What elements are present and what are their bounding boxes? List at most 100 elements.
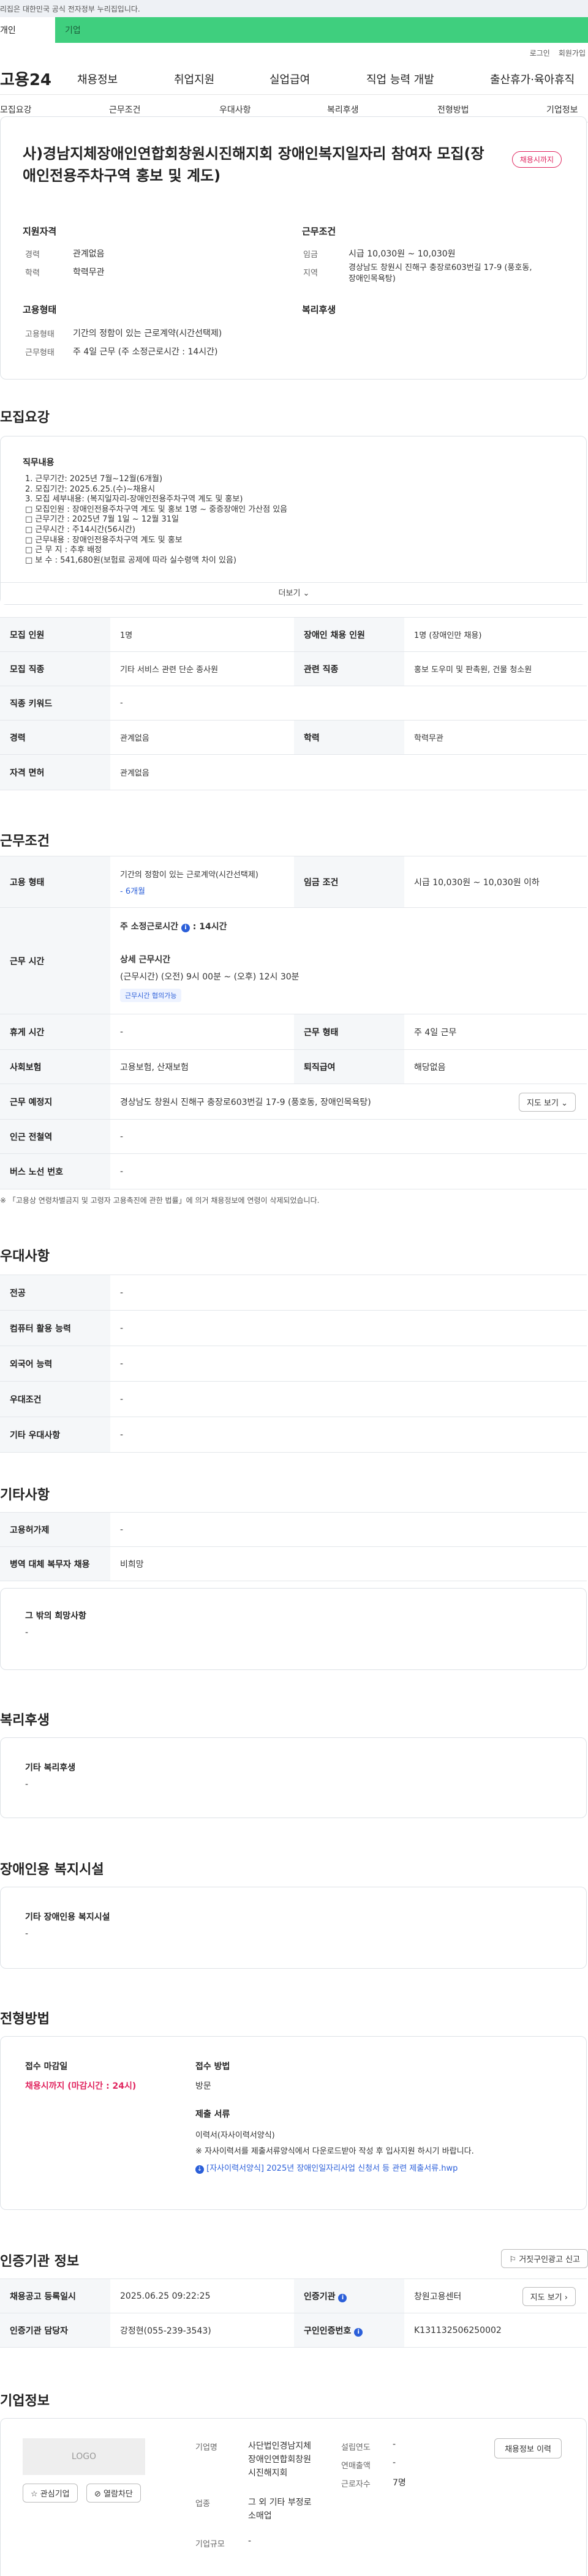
star-icon: ☆ [31, 2490, 38, 2499]
lnb-item-work[interactable]: 근무조건 [109, 103, 141, 116]
user-type-tabs: 개인 기업 [0, 17, 588, 43]
facility-box: 기타 장애인용 복지시설 - [0, 1887, 587, 1969]
welfare-box: 기타 복리후생 - [0, 1737, 587, 1818]
facility-title: 장애인용 복지시설 [0, 1862, 104, 1878]
gov-notice-text: 이 누리집은 대한민국 공식 전자정부 누리집입니다. [0, 4, 140, 13]
info-icon[interactable]: i [338, 2293, 347, 2302]
table-row: 자격 면허 관계없음 [0, 754, 587, 790]
gnb-item-support[interactable]: 취업지원 [174, 71, 214, 87]
qual-heading: 지원자격 [23, 226, 57, 237]
org-map-button[interactable]: 지도 보기 › [522, 2287, 576, 2306]
gnb-item-training[interactable]: 직업 능력 개발 [366, 71, 434, 87]
edu-value: 학력무관 [73, 268, 105, 277]
recruit-table: 모집 인원 1명 장애인 채용 인원 1명 (장애인만 채용) 모집 직종 기타 서비스 … [0, 617, 587, 790]
tab-company[interactable]: 기업 [55, 17, 129, 43]
table-row: 직종 키워드 - [0, 686, 587, 721]
cond-heading: 근무조건 [302, 226, 336, 237]
job-history-button[interactable]: 채용정보 이력 [494, 2438, 562, 2458]
site-logo[interactable]: 고용24 [0, 67, 51, 90]
age-notice: ※ 「고용상 연령차별금지 및 고령자 고용촉진에 관한 법률」에 의거 채용정… [0, 1196, 320, 1205]
gnb-item-unemployment[interactable]: 실업급여 [270, 71, 310, 87]
signup-link[interactable]: 회원가입 [559, 48, 586, 58]
career-value: 관계없음 [73, 249, 105, 259]
pref-title: 우대사항 [0, 1249, 50, 1264]
lnb-item-pref[interactable]: 우대사항 [219, 103, 251, 116]
pref-table: 전공 - 컴퓨터 활용 능력 - 외국어 능력 - 우대조건 - 기타 우대사항 - [0, 1275, 587, 1453]
hours-negotiable-tag: 근무시간 협의가능 [120, 988, 182, 1002]
gov-notice-bar: 이 누리집은 대한민국 공식 전자정부 누리집입니다. [0, 0, 588, 17]
hope-box: 그 밖의 희망사항 - [0, 1588, 587, 1670]
etc-table: 고용허가제 - 병역 대체 복무자 채용 비희망 [0, 1512, 587, 1581]
table-row: 모집 직종 기타 서비스 관련 단순 종사원 관련 직종 홍보 도우미 및 판촉원, … [0, 651, 587, 686]
work-emptype-value: 기간의 정함이 있는 근로계약(시간선택제) [120, 870, 258, 880]
duty-line: □ 보 수 : 541,680원(보험료 공제에 따라 실수령액 차이 있음) [25, 555, 236, 565]
loc-value: 경상남도 창원시 진해구 충장로603번길 17-9 (풍호동, 장애인목욕탕) [349, 263, 532, 283]
selection-box: 접수 마감일 채용시까지 (마감시간 : 24시) 접수 방법 방문 제출 서류… [0, 2036, 587, 2210]
table-row: 우대조건 - [0, 1381, 587, 1417]
company-title: 기업정보 [0, 2394, 50, 2409]
etc-title: 기타사항 [0, 1488, 50, 1503]
duty-line: □ 근무기간 : 2025년 7월 1일 ~ 12월 31일 [25, 515, 179, 525]
duty-line: 2. 모집기간: 2025.6.25.(수)~채용시 [25, 484, 156, 494]
login-link[interactable]: 로그인 [530, 48, 550, 58]
block-icon: ⊘ [94, 2490, 101, 2499]
block-button[interactable]: ⊘ 열람차단 [86, 2484, 141, 2503]
lnb-item-recruit[interactable]: 모집요강 [0, 103, 32, 116]
table-row: 모집 인원 1명 장애인 채용 인원 1명 (장애인만 채용) [0, 617, 587, 652]
table-row: 외국어 능력 - [0, 1346, 587, 1382]
duty-heading: 직무내용 [23, 458, 55, 468]
map-button[interactable]: 지도 보기 ⌄ [518, 1093, 576, 1112]
duty-box: 직무내용 1. 근무기간: 2025년 7월~12월(6개월) 2. 모집기간: … [0, 436, 587, 605]
flag-icon: ⚐ [509, 2255, 517, 2264]
deadline-value: 채용시까지 (마감시간 : 24시) [25, 2081, 137, 2091]
welfare-heading: 복리후생 [302, 304, 336, 315]
company-box: LOGO ☆ 관심기업 ⊘ 열람차단 기업명 사단법인경남지체 장애인연합회창원… [0, 2418, 587, 2576]
work-wage-value: 시급 10,030원 ~ 10,030원 이하 [404, 856, 587, 908]
report-button[interactable]: ⚐ 거짓구인광고 신고 [501, 2249, 588, 2268]
duty-line: □ 모집인원 : 장애인전용주차구역 계도 및 홍보 1명 ~ 중증장애인 가산… [25, 504, 288, 514]
gnb-item-leave[interactable]: 출산휴가·육아휴직 [490, 71, 575, 87]
global-nav: 고용24 채용정보 취업지원 실업급여 직업 능력 개발 출산휴가·육아휴직 [0, 62, 588, 94]
duty-line: □ 근무내용 : 장애인전용주차구역 계도 및 홍보 [25, 535, 183, 545]
table-row: 병역 대체 복무자 채용 비희망 [0, 1546, 587, 1581]
job-title: 사)경남지체장애인연합회창원시진해지회 장애인복지일자리 참여자 모집(장 애인… [23, 145, 484, 184]
work-place-value: 경상남도 창원시 진해구 충장로603번길 17-9 (풍호동, 장애인목욕탕) [120, 1097, 371, 1107]
info-icon[interactable]: i [181, 923, 190, 932]
table-row: 경력 관계없음 학력 학력무관 [0, 720, 587, 755]
cert-table: 채용공고 등록일시 2025.06.25 09:22:25 인증기관 i 창원고… [0, 2278, 587, 2348]
table-row: 전공 - [0, 1275, 587, 1311]
gnb-item-jobs[interactable]: 채용정보 [77, 71, 118, 87]
more-button[interactable]: 더보기 ⌄ [1, 582, 587, 604]
lnb-item-selection[interactable]: 전형방법 [437, 103, 469, 116]
download-icon: ↓ [195, 2165, 204, 2174]
table-row: 기타 우대사항 - [0, 1417, 587, 1453]
docs-file-link[interactable]: ↓ [자사이력서양식] 2025년 장애인일자리사업 신청서 등 관련 제출서류… [195, 2162, 458, 2174]
util-links: 로그인 회원가입 [0, 43, 588, 62]
selection-title: 전형방법 [0, 2012, 50, 2027]
table-row: 고용허가제 - [0, 1512, 587, 1547]
work-title: 근무조건 [0, 834, 50, 849]
welfare-title: 복리후생 [0, 1713, 50, 1728]
company-logo: LOGO [23, 2438, 145, 2475]
recruit-title: 모집요강 [0, 410, 50, 425]
job-summary-card: 사)경남지체장애인연합회창원시진해지회 장애인복지일자리 참여자 모집(장 애인… [0, 116, 587, 380]
duty-line: 3. 모집 세부내용: (복지일자리-장애인전용주차구역 계도 및 홍보) [25, 495, 243, 504]
deadline-badge: 채용시까지 [511, 151, 562, 168]
work-table: 고용 형태 기간의 정함이 있는 근로계약(시간선택제) - 6개월 임금 조건… [0, 856, 587, 1189]
cert-title: 인증기관 정보 [0, 2254, 80, 2269]
table-row: 컴퓨터 활용 능력 - [0, 1310, 587, 1346]
info-icon[interactable]: i [354, 2327, 363, 2337]
emptype-heading: 고용형태 [23, 304, 57, 315]
worktype-value: 주 4일 근무 (주 소정근로시간 : 14시간) [73, 347, 218, 357]
duty-line: 1. 근무기간: 2025년 7월~12월(6개월) [25, 474, 163, 484]
duty-line: □ 근무시간 : 주14시간(56시간) [25, 525, 135, 534]
duty-line: □ 근 무 지 : 추후 배정 [25, 545, 102, 555]
duty-content: 1. 근무기간: 2025년 7월~12월(6개월) 2. 모집기간: 2025.… [25, 474, 552, 578]
lnb-item-welfare[interactable]: 복리후생 [327, 103, 359, 116]
tab-personal[interactable]: 개인 [0, 17, 55, 43]
emptype-value: 기간의 정함이 있는 근로계약(시간선택제) [73, 329, 222, 339]
lnb-item-company[interactable]: 기업정보 [546, 103, 578, 116]
interest-button[interactable]: ☆ 관심기업 [23, 2484, 78, 2503]
company-name: 사단법인경남지체 장애인연합회창원 시진해지회 [248, 2441, 312, 2478]
wage-value: 시급 10,030원 ~ 10,030원 [349, 249, 456, 259]
